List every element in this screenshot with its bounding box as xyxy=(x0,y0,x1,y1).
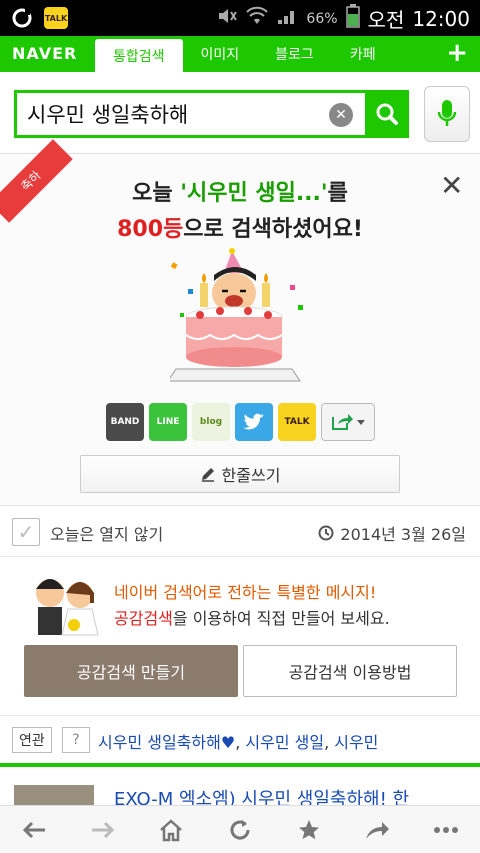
msg-prefix: 오늘 xyxy=(132,181,181,206)
tab-integrated-search[interactable]: 통합검색 xyxy=(95,39,183,72)
forward-arrow-icon xyxy=(91,821,114,838)
empathy-search-promo: 네이버 검색어로 전하는 특별한 메시지! 공감검색을 이용하여 직접 만들어 … xyxy=(0,557,480,715)
related-item[interactable]: 시우민 생일축하해♥ xyxy=(98,733,235,752)
related-item[interactable]: 시우민 xyxy=(334,733,378,752)
dont-show-today-checkbox[interactable]: ✓ xyxy=(12,518,40,546)
create-empathy-search-button[interactable]: 공감검색 만들기 xyxy=(24,645,238,697)
write-comment-button[interactable]: 한줄쓰기 xyxy=(80,455,400,493)
more-dots-icon xyxy=(433,826,458,833)
share-kakaotalk-button[interactable]: TALK xyxy=(278,403,316,441)
related-label: 연관 xyxy=(12,727,52,753)
search-input[interactable]: 시우민 생일축하해 xyxy=(27,99,188,129)
home-button[interactable] xyxy=(151,810,191,850)
home-icon xyxy=(160,818,183,841)
empathy-headline: 네이버 검색어로 전하는 특별한 메시지! xyxy=(114,583,377,602)
star-icon xyxy=(298,819,319,839)
search-result-item[interactable]: EXO-M 엑소엠) 시우민 생일축하해! 한 xyxy=(0,763,480,805)
write-comment-label: 한줄쓰기 xyxy=(221,466,281,485)
related-help-button[interactable]: ? xyxy=(62,727,90,753)
mute-icon xyxy=(216,6,238,31)
related-list: 시우민 생일축하해♥, 시우민 생일, 시우민 xyxy=(98,733,379,752)
share-line-button[interactable]: LINE xyxy=(149,403,187,441)
related-searches: 연관 ? 시우민 생일축하해♥, 시우민 생일, 시우민 xyxy=(0,715,480,763)
wifi-icon xyxy=(246,6,269,31)
wedding-couple-illustration xyxy=(24,571,104,637)
share-blog-button[interactable]: blog xyxy=(192,403,230,441)
browser-toolbar xyxy=(0,805,480,853)
empathy-subline: 공감검색을 이용하여 직접 만들어 보세요. xyxy=(114,605,390,629)
search-icon xyxy=(376,103,398,125)
share-icon xyxy=(332,414,365,430)
signal-icon xyxy=(276,6,298,31)
naver-logo[interactable]: NAVER xyxy=(12,44,77,63)
celebrate-message-line2: 800등으로 검색하셨어요! xyxy=(0,211,480,243)
search-tabs: 통합검색 이미지 블로그 카페 xyxy=(95,36,394,72)
search-box[interactable]: 시우민 생일축하해 ✕ xyxy=(14,90,409,138)
result-thumbnail[interactable] xyxy=(14,785,94,805)
empathy-howto-button[interactable]: 공감검색 이용방법 xyxy=(243,645,457,697)
clock-period: 오전 xyxy=(367,8,405,32)
refresh-icon xyxy=(230,819,250,839)
back-button[interactable] xyxy=(14,810,54,850)
date-text: 2014년 3월 26일 xyxy=(340,525,466,544)
search-bar: 시우민 생일축하해 ✕ xyxy=(0,72,480,154)
clock-icon xyxy=(318,525,334,541)
empathy-subline-rest: 을 이용하여 직접 만들어 보세요. xyxy=(172,609,390,628)
microphone-icon xyxy=(437,100,457,126)
msg-suffix: 를 xyxy=(327,181,348,206)
tab-images[interactable]: 이미지 xyxy=(183,36,258,72)
share-page-button[interactable] xyxy=(357,810,397,850)
forward-button[interactable] xyxy=(83,810,123,850)
celebration-card: 축하 ✕ 오늘 '시우민 생일...'를 800등으로 검색하셨어요! BAND… xyxy=(0,139,480,505)
twitter-icon xyxy=(243,413,264,430)
tab-blog[interactable]: 블로그 xyxy=(257,36,332,72)
result-title[interactable]: EXO-M 엑소엠) 시우민 생일축하해! 한 xyxy=(114,785,409,805)
birthday-cake-illustration xyxy=(167,243,310,393)
olleh-icon xyxy=(10,6,34,30)
clock-time: 12:00 xyxy=(412,6,470,31)
kakaotalk-notification-icon: TALK xyxy=(44,7,68,29)
pencil-icon xyxy=(201,468,214,482)
related-item[interactable]: 시우민 생일 xyxy=(245,733,324,752)
share-arrow-icon xyxy=(366,821,390,839)
share-more-button[interactable] xyxy=(321,403,375,441)
more-menu-button[interactable] xyxy=(426,810,466,850)
bookmark-button[interactable] xyxy=(289,810,329,850)
plus-icon[interactable]: + xyxy=(446,38,468,68)
date-display: 2014년 3월 26일 xyxy=(318,521,466,545)
celebrate-message-line1: 오늘 '시우민 생일...'를 xyxy=(0,175,480,207)
search-rank: 800등 xyxy=(117,217,184,242)
voice-search-button[interactable] xyxy=(424,86,470,142)
battery-percent: 66% xyxy=(306,10,338,27)
share-band-button[interactable]: BAND xyxy=(106,403,144,441)
msg-query: '시우민 생일...' xyxy=(180,181,328,206)
clear-icon[interactable]: ✕ xyxy=(329,103,353,127)
battery-icon xyxy=(345,4,360,33)
refresh-button[interactable] xyxy=(220,810,260,850)
share-buttons: BAND LINE blog TALK xyxy=(106,403,375,441)
back-arrow-icon xyxy=(23,821,46,838)
options-row: ✓ 오늘은 열지 않기 2014년 3월 26일 xyxy=(0,505,480,557)
empathy-highlight-link[interactable]: 공감검색 xyxy=(114,609,173,628)
search-button[interactable] xyxy=(365,90,409,138)
status-bar: TALK 66% 오전 12:00 xyxy=(0,0,480,36)
share-twitter-button[interactable] xyxy=(235,403,273,441)
naver-top-nav: NAVER 통합검색 이미지 블로그 카페 + xyxy=(0,36,480,72)
dont-show-today-label[interactable]: 오늘은 열지 않기 xyxy=(50,521,163,545)
tab-cafe[interactable]: 카페 xyxy=(332,36,394,72)
msg-rank-suffix: 으로 검색하셨어요! xyxy=(183,217,363,242)
